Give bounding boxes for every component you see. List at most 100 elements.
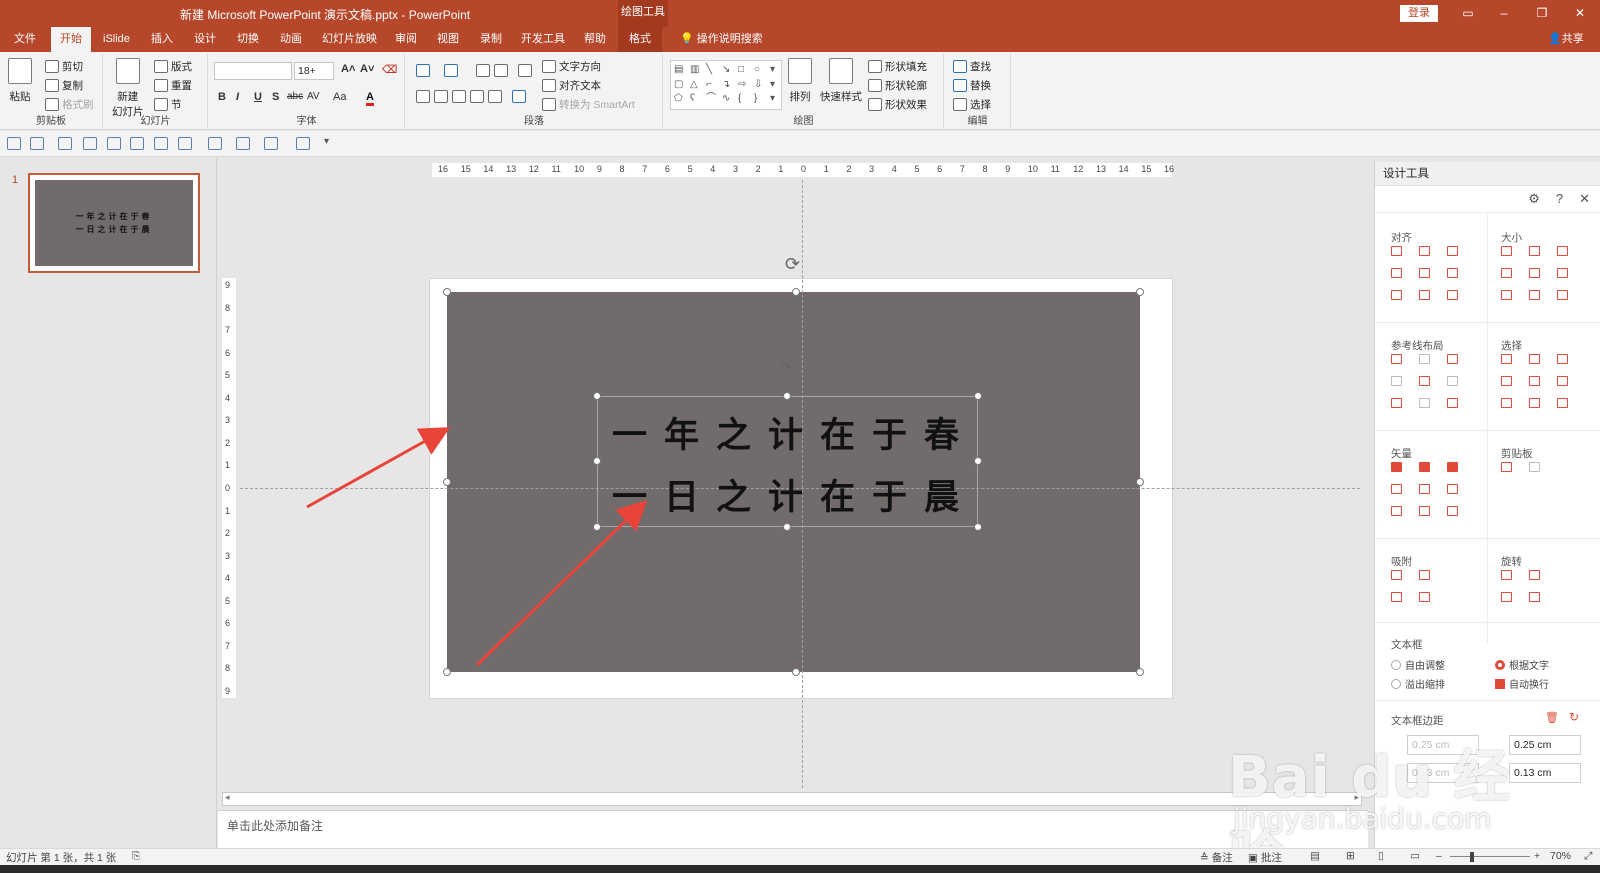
settings-icon[interactable]: ⚙ (1528, 191, 1540, 207)
login-button[interactable]: 登录 (1400, 5, 1438, 22)
delete-icon[interactable]: 🗑 (1545, 711, 1559, 724)
numbering-button[interactable] (444, 64, 458, 77)
scroll-shapes-icon[interactable]: ▾ (770, 79, 784, 92)
bring-forward-icon[interactable] (296, 137, 310, 150)
design-tool-icon[interactable] (1557, 268, 1568, 278)
align-center-button[interactable] (434, 90, 448, 103)
design-tool-icon[interactable] (1419, 246, 1430, 256)
resize-handle[interactable] (1136, 478, 1144, 486)
design-tool-icon[interactable] (1501, 290, 1512, 300)
design-tool-icon[interactable] (1529, 354, 1540, 364)
notes-placeholder[interactable]: 单击此处添加备注 (227, 817, 323, 834)
minimize-button[interactable]: – (1494, 4, 1514, 22)
vtextbox-shape-icon[interactable]: ▥ (690, 64, 704, 77)
design-tool-icon[interactable] (1447, 484, 1458, 494)
design-tool-icon[interactable] (1391, 398, 1402, 408)
zoom-out-icon[interactable]: – (1436, 850, 1442, 862)
align-left-button[interactable] (416, 90, 430, 103)
design-tool-icon[interactable] (1529, 462, 1540, 472)
arrange-button[interactable]: 排列 (788, 58, 812, 104)
font-size-input[interactable]: 18+ (294, 62, 334, 80)
tab-slideshow[interactable]: 幻灯片放映 (322, 27, 377, 52)
scroll-left-icon[interactable]: ◂ (225, 792, 230, 803)
textbox-shape-icon[interactable]: ▤ (674, 64, 688, 77)
slide-sorter-icon[interactable]: ⊞ (1346, 850, 1355, 862)
tab-developer[interactable]: 开发工具 (521, 27, 565, 52)
design-tool-icon[interactable] (1419, 398, 1430, 408)
save-icon[interactable] (7, 137, 21, 150)
resize-handle[interactable] (443, 288, 451, 296)
design-tool-icon[interactable] (1419, 484, 1430, 494)
resize-handle[interactable] (443, 478, 451, 486)
tab-design[interactable]: 设计 (194, 27, 216, 52)
line-spacing-button[interactable] (518, 64, 532, 77)
text-direction-button[interactable]: 文字方向 (542, 59, 601, 74)
design-tool-icon[interactable] (1419, 506, 1430, 516)
layout-button[interactable]: 版式 (154, 59, 192, 74)
option-wrap[interactable]: 自动换行 (1495, 676, 1549, 691)
option-overflow[interactable]: 溢出缩排 (1391, 676, 1445, 691)
design-tool-icon[interactable] (1447, 354, 1458, 364)
design-tool-icon[interactable] (1557, 376, 1568, 386)
new-slide-button[interactable]: 新建 幻灯片 (112, 58, 144, 119)
accessibility-icon[interactable]: ⎘ (132, 850, 140, 863)
textbox-rotate-icon[interactable]: ⟳ (779, 358, 792, 378)
line-shape-icon[interactable]: ╲ (706, 64, 720, 77)
undo-icon[interactable] (30, 137, 44, 150)
rotate-handle-icon[interactable]: ⟳ (785, 254, 800, 275)
tab-transitions[interactable]: 切换 (237, 27, 259, 52)
freeform-shape-icon[interactable]: ʕ (690, 93, 704, 106)
tab-help[interactable]: 帮助 (584, 27, 606, 52)
pentagon-shape-icon[interactable]: ⬠ (674, 93, 688, 106)
right-arrow-shape-icon[interactable]: ⇨ (738, 79, 752, 92)
design-tool-icon[interactable] (1557, 354, 1568, 364)
arc-shape-icon[interactable]: ⌒ (706, 93, 720, 106)
notes-pane[interactable]: 单击此处添加备注 (218, 810, 1368, 848)
tab-view[interactable]: 视图 (437, 27, 459, 52)
horizontal-scrollbar[interactable]: ◂ ▸ (222, 792, 1362, 806)
resize-handle[interactable] (1136, 668, 1144, 676)
notes-toggle[interactable]: ≙ 备注 (1200, 850, 1233, 865)
design-tool-icon[interactable] (1391, 592, 1402, 602)
distributed-button[interactable] (488, 90, 502, 103)
design-tool-icon[interactable] (1557, 246, 1568, 256)
change-case-button[interactable]: Aa (333, 91, 346, 103)
design-tool-icon[interactable] (1419, 268, 1430, 278)
tab-file[interactable]: 文件 (14, 27, 36, 52)
fill-color-icon[interactable] (236, 137, 250, 150)
design-tool-icon[interactable] (1529, 290, 1540, 300)
shape-outline-button[interactable]: 形状轮廓 (868, 78, 927, 93)
shrink-font-button[interactable]: A˅ (360, 63, 374, 75)
char-spacing-button[interactable]: AV (307, 91, 320, 102)
fit-slide-icon[interactable]: ⤢ (1584, 850, 1592, 863)
shape-effects-button[interactable]: 形状效果 (868, 97, 927, 112)
align-right-button[interactable] (452, 90, 466, 103)
design-tool-icon[interactable] (1391, 354, 1402, 364)
find-button[interactable]: 查找 (953, 59, 991, 74)
tab-islide[interactable]: iSlide (103, 27, 130, 52)
paste-button[interactable]: 粘贴 (8, 58, 32, 104)
expand-shapes-icon[interactable]: ▾ (770, 93, 784, 106)
quick-styles-button[interactable]: 快速样式 (820, 58, 862, 104)
textbox-handle[interactable] (783, 392, 791, 400)
strikethrough-button[interactable]: abc (287, 91, 303, 102)
zoom-slider[interactable] (1450, 856, 1530, 857)
tab-home[interactable]: 开始 (51, 27, 91, 52)
smartart-button[interactable]: 转换为 SmartArt (542, 97, 635, 112)
bullets-button[interactable] (416, 64, 430, 77)
align-text-button[interactable]: 对齐文本 (542, 78, 601, 93)
customize-qat-icon[interactable]: ▾ (324, 136, 329, 147)
design-tool-icon[interactable] (1529, 398, 1540, 408)
shape-fill-button[interactable]: 形状填充 (868, 59, 927, 74)
design-tool-icon[interactable] (1501, 398, 1512, 408)
design-tool-icon[interactable] (1529, 592, 1540, 602)
comments-toggle[interactable]: ▣ 批注 (1248, 850, 1282, 865)
design-tool-icon[interactable] (1391, 506, 1402, 516)
copy-button[interactable]: 复制 (45, 78, 83, 93)
brace-right-shape-icon[interactable]: } (754, 93, 768, 106)
triangle-shape-icon[interactable]: △ (690, 79, 704, 92)
comment-icon[interactable] (154, 137, 168, 150)
resize-handle[interactable] (443, 668, 451, 676)
resize-handle[interactable] (792, 668, 800, 676)
design-tool-icon[interactable] (1391, 290, 1402, 300)
